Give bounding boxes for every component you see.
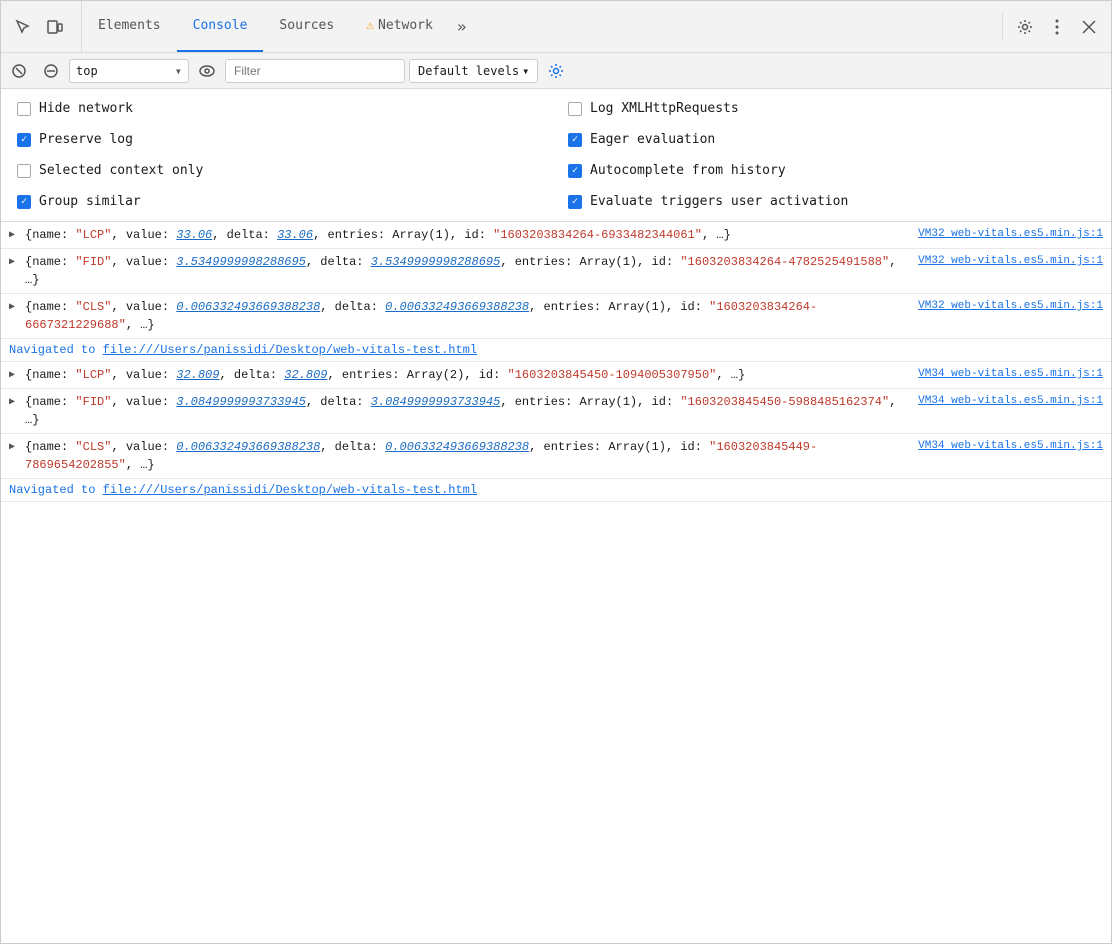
hide-network-checkbox[interactable] — [17, 102, 31, 116]
dropdown-arrow-icon: ▾ — [175, 64, 182, 78]
log-entry: ▶ VM34 web-vitals.es5.min.js:1 {name: "C… — [1, 434, 1111, 479]
autocomplete-history-checkbox[interactable] — [568, 164, 582, 178]
navigation-entry: Navigated to file:///Users/panissidi/Des… — [1, 479, 1111, 502]
source-link[interactable]: VM32 web-vitals.es5.min.js:1 — [918, 226, 1103, 243]
selected-context-checkbox[interactable] — [17, 164, 31, 178]
setting-hide-network: Hide network — [17, 97, 544, 120]
setting-group-similar: Group similar — [17, 190, 544, 213]
source-link[interactable]: VM34 web-vitals.es5.min.js:1 — [918, 366, 1103, 383]
toolbar-actions — [1002, 13, 1103, 41]
expand-arrow-icon[interactable]: ▶ — [9, 228, 15, 243]
expand-arrow-icon[interactable]: ▶ — [9, 440, 15, 455]
log-entry: ▶ VM34 web-vitals.es5.min.js:1 {name: "L… — [1, 362, 1111, 389]
levels-dropdown-arrow: ▾ — [522, 64, 529, 78]
log-entry: ▶ VM32 web-vitals.es5.min.js:1 {name: "C… — [1, 294, 1111, 339]
tab-sources[interactable]: Sources — [263, 1, 350, 52]
log-entry: ▶ VM32 web-vitals.es5.min.js:1 {name: "F… — [1, 249, 1111, 294]
setting-preserve-log: Preserve log — [17, 128, 544, 151]
tab-network[interactable]: ⚠ Network — [350, 1, 449, 52]
expand-arrow-icon[interactable]: ▶ — [9, 368, 15, 383]
settings-icon[interactable] — [1011, 13, 1039, 41]
toolbar-icons — [9, 1, 82, 52]
cursor-icon[interactable] — [9, 13, 37, 41]
context-selector[interactable]: top ▾ — [69, 59, 189, 83]
nav-url-link[interactable]: file:///Users/panissidi/Desktop/web-vita… — [103, 343, 477, 357]
tab-console[interactable]: Console — [177, 1, 264, 52]
console-log-area: ▶ VM32 web-vitals.es5.min.js:1 {name: "L… — [1, 222, 1111, 502]
source-link[interactable]: VM32 web-vitals.es5.min.js:1 — [918, 298, 1103, 315]
more-options-icon[interactable] — [1043, 13, 1071, 41]
close-icon[interactable] — [1075, 13, 1103, 41]
log-entry: ▶ VM32 web-vitals.es5.min.js:1 {name: "L… — [1, 222, 1111, 249]
filter-input[interactable] — [225, 59, 405, 83]
tab-list: Elements Console Sources ⚠ Network » — [82, 1, 1002, 52]
tab-elements[interactable]: Elements — [82, 1, 177, 52]
log-xml-checkbox[interactable] — [568, 102, 582, 116]
setting-selected-context: Selected context only — [17, 159, 544, 182]
warning-icon: ⚠ — [366, 18, 374, 33]
group-similar-checkbox[interactable] — [17, 195, 31, 209]
more-tabs-button[interactable]: » — [449, 17, 475, 36]
navigation-entry: Navigated to file:///Users/panissidi/Des… — [1, 339, 1111, 362]
setting-log-xml: Log XMLHttpRequests — [568, 97, 1095, 120]
devtools-toolbar: Elements Console Sources ⚠ Network » — [1, 1, 1111, 53]
setting-eager-eval: Eager evaluation — [568, 128, 1095, 151]
settings-gear-icon[interactable] — [542, 57, 570, 85]
expand-arrow-icon[interactable]: ▶ — [9, 300, 15, 315]
clear-console-icon[interactable] — [5, 57, 33, 85]
log-entry: ▶ VM34 web-vitals.es5.min.js:1 {name: "F… — [1, 389, 1111, 434]
settings-panel: Hide network Log XMLHttpRequests Preserv… — [1, 89, 1111, 222]
device-toggle-icon[interactable] — [41, 13, 69, 41]
preserve-log-checkbox[interactable] — [17, 133, 31, 147]
eye-icon[interactable] — [193, 57, 221, 85]
evaluate-triggers-checkbox[interactable] — [568, 195, 582, 209]
console-toolbar: top ▾ Default levels ▾ — [1, 53, 1111, 89]
setting-autocomplete-history: Autocomplete from history — [568, 159, 1095, 182]
source-link[interactable]: VM34 web-vitals.es5.min.js:1 — [918, 438, 1103, 455]
expand-arrow-icon[interactable]: ▶ — [9, 255, 15, 270]
setting-evaluate-triggers: Evaluate triggers user activation — [568, 190, 1095, 213]
nav-url-link[interactable]: file:///Users/panissidi/Desktop/web-vita… — [103, 483, 477, 497]
source-link[interactable]: VM32 web-vitals.es5.min.js:1 — [918, 253, 1103, 270]
eager-eval-checkbox[interactable] — [568, 133, 582, 147]
expand-arrow-icon[interactable]: ▶ — [9, 395, 15, 410]
source-link[interactable]: VM34 web-vitals.es5.min.js:1 — [918, 393, 1103, 410]
default-levels-button[interactable]: Default levels ▾ — [409, 59, 538, 83]
block-icon[interactable] — [37, 57, 65, 85]
